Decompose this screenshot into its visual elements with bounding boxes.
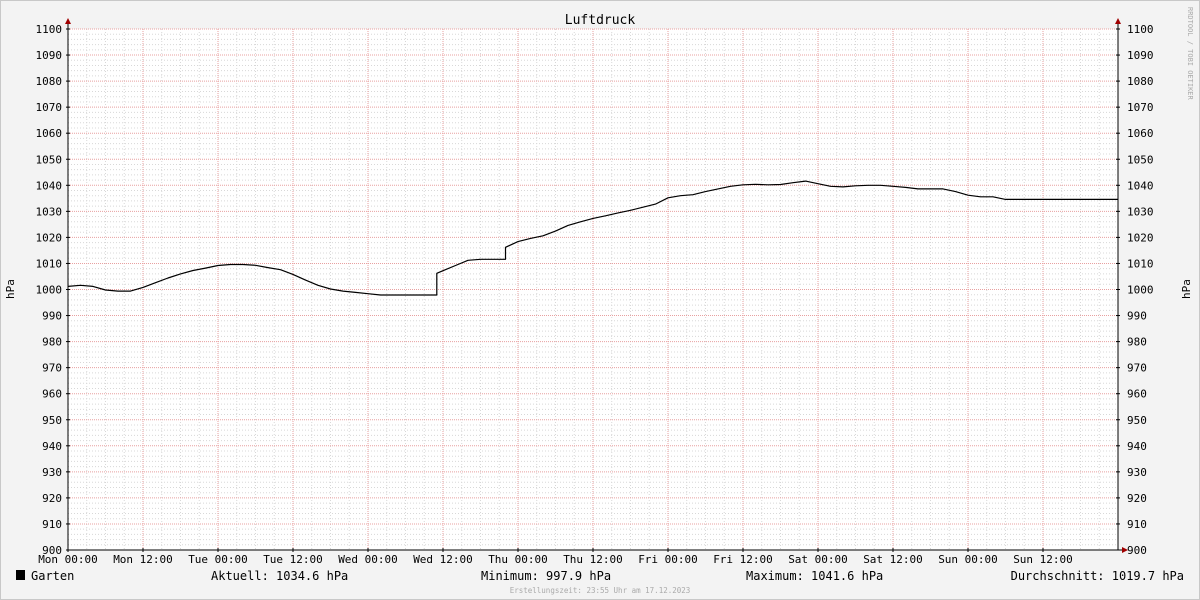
y-tick-label-left: 1080 [36, 75, 63, 88]
y-tick-label-right: 910 [1127, 518, 1147, 531]
x-tick-label: Mon 00:00 [38, 553, 98, 566]
y-tick-label-right: 1100 [1127, 23, 1154, 36]
y-tick-label-right: 930 [1127, 466, 1147, 479]
x-tick-label: Wed 12:00 [413, 553, 473, 566]
y-tick-label-right: 980 [1127, 336, 1147, 349]
y-tick-label-left: 990 [42, 310, 62, 323]
y-tick-label-right: 960 [1127, 388, 1147, 401]
legend-series-name: Garten [31, 569, 74, 583]
y-tick-label-left: 950 [42, 414, 62, 427]
x-tick-label: Sun 12:00 [1013, 553, 1073, 566]
legend-swatch-garten [16, 570, 25, 580]
x-tick-label: Tue 12:00 [263, 553, 323, 566]
x-tick-label: Sun 00:00 [938, 553, 998, 566]
x-tick-label: Mon 12:00 [113, 553, 173, 566]
x-tick-label: Sat 12:00 [863, 553, 923, 566]
y-tick-label-left: 910 [42, 518, 62, 531]
y-tick-label-left: 1020 [36, 231, 63, 244]
y-tick-label-right: 1000 [1127, 284, 1154, 297]
y-axis-title-right: hPa [1180, 279, 1193, 299]
y-tick-label-left: 1010 [36, 257, 63, 270]
rrdtool-watermark: RRDTOOL / TOBI OETIKER [1186, 7, 1194, 101]
x-tick-label: Wed 00:00 [338, 553, 398, 566]
y-tick-label-right: 1020 [1127, 231, 1154, 244]
y-tick-label-right: 1050 [1127, 153, 1154, 166]
y-tick-label-left: 920 [42, 492, 62, 505]
y-axis-labels-left: 9009109209309409509609709809901000101010… [36, 23, 63, 557]
y-tick-label-left: 970 [42, 362, 62, 375]
y-tick-label-right: 990 [1127, 310, 1147, 323]
y-tick-label-right: 1090 [1127, 49, 1154, 62]
y-tick-label-left: 1070 [36, 101, 63, 114]
y-tick-label-right: 970 [1127, 362, 1147, 375]
x-tick-label: Thu 00:00 [488, 553, 548, 566]
x-tick-label: Fri 12:00 [713, 553, 773, 566]
pressure-chart: 900 910 920 930 940 950 960 970 980 990 1000 1010 10… [4, 7, 1194, 595]
y-tick-label-right: 1080 [1127, 75, 1154, 88]
y-tick-label-right: 1070 [1127, 101, 1154, 114]
y-tick-label-right: 940 [1127, 440, 1147, 453]
y-tick-label-left: 930 [42, 466, 62, 479]
y-axis-arrow-right [1115, 18, 1121, 24]
chart-frame: 900 910 920 930 940 950 960 970 980 990 1000 1010 10… [0, 0, 1200, 600]
y-tick-label-right: 1060 [1127, 127, 1154, 140]
y-tick-label-left: 980 [42, 336, 62, 349]
y-tick-label-left: 940 [42, 440, 62, 453]
y-tick-label-left: 1040 [36, 179, 63, 192]
chart-title: Luftdruck [565, 13, 636, 28]
y-tick-label-right: 1030 [1127, 205, 1154, 218]
legend-current: Aktuell: 1034.6 hPa [211, 569, 348, 583]
y-tick-label-left: 1100 [36, 23, 63, 36]
y-tick-label-left: 1090 [36, 49, 63, 62]
y-axis-title-left: hPa [4, 279, 17, 299]
y-tick-label-left: 1060 [36, 127, 63, 140]
legend-minimum: Minimum: 997.9 hPa [481, 569, 611, 583]
y-tick-label-left: 960 [42, 388, 62, 401]
y-tick-label-right: 920 [1127, 492, 1147, 505]
y-tick-label-left: 1000 [36, 284, 63, 297]
x-tick-label: Fri 00:00 [638, 553, 698, 566]
x-tick-label: Thu 12:00 [563, 553, 623, 566]
y-tick-label-right: 950 [1127, 414, 1147, 427]
y-tick-label-left: 1050 [36, 153, 63, 166]
x-tick-label: Tue 00:00 [188, 553, 248, 566]
legend-maximum: Maximum: 1041.6 hPa [746, 569, 883, 583]
y-axis-arrow-left [65, 18, 71, 24]
y-tick-label-right: 900 [1127, 544, 1147, 557]
x-axis-labels: Mon 00:00 Mon 12:00 Tue 00:00 Tue 12:00 Wed … [38, 553, 1073, 566]
y-tick-label-left: 1030 [36, 205, 63, 218]
y-axis-labels-right: 900 910 920 930 940 950 960 970 980 990 1000 1010 10… [1127, 23, 1154, 557]
y-tick-label-right: 1010 [1127, 257, 1154, 270]
legend-average: Durchschnitt: 1019.7 hPa [1011, 569, 1184, 583]
x-tick-label: Sat 00:00 [788, 553, 848, 566]
footer-timestamp: Erstellungszeit: 23:55 Uhr am 17.12.2023 [510, 586, 691, 595]
y-tick-label-right: 1040 [1127, 179, 1154, 192]
